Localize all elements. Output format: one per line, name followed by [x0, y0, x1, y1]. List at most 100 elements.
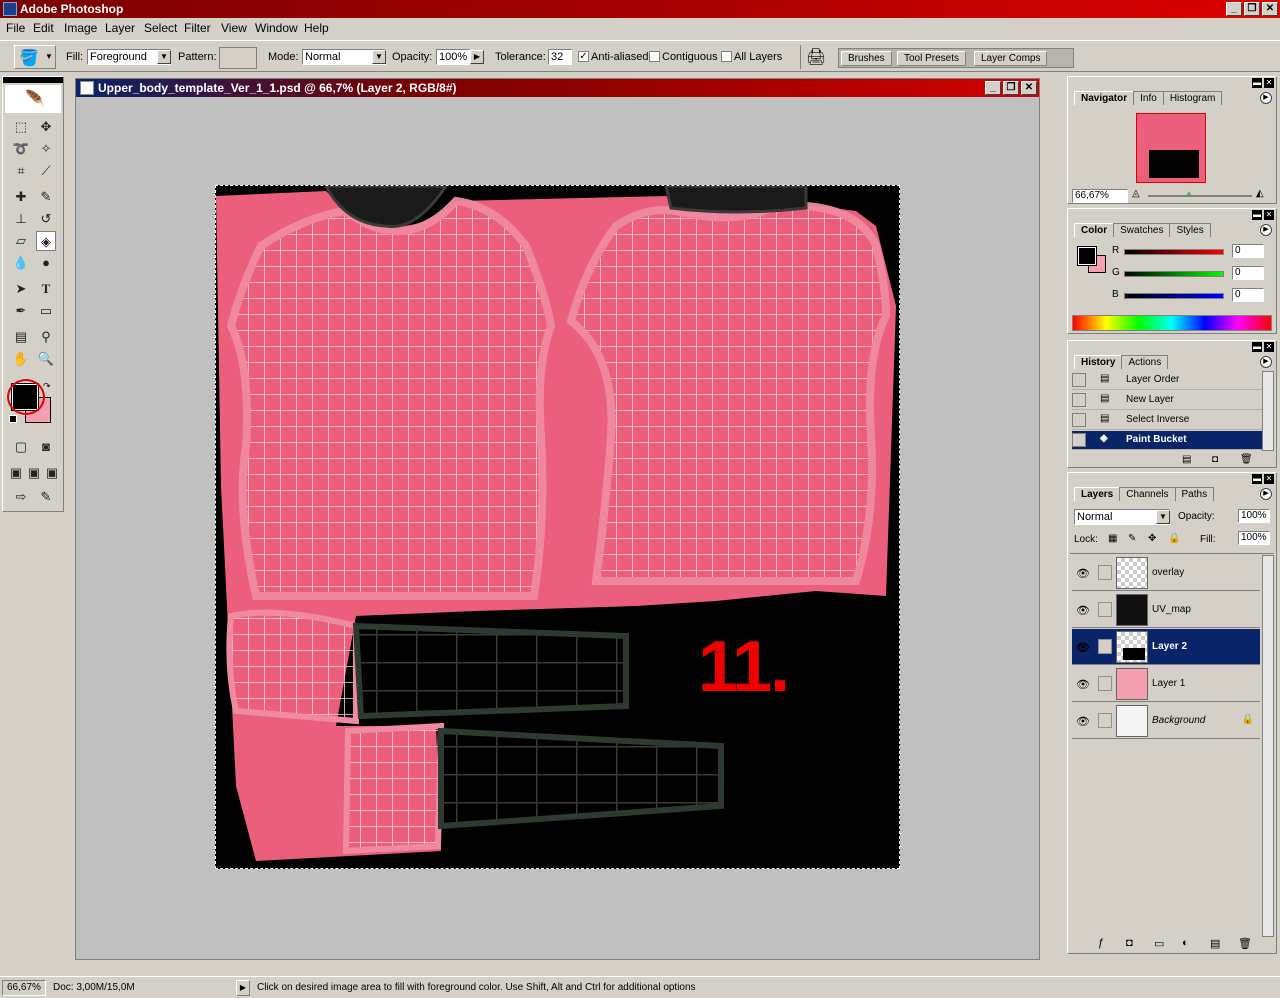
menu-filter[interactable]: Filter [184, 21, 211, 35]
layers-menu-icon[interactable]: ▶ [1260, 488, 1272, 500]
brush-link-icon[interactable] [1098, 639, 1112, 654]
tab-history[interactable]: History [1074, 355, 1123, 369]
navigator-thumbnail[interactable] [1136, 113, 1206, 183]
minimize-button[interactable]: _ [1226, 2, 1242, 16]
layer-opacity-input[interactable]: 100% [1238, 509, 1270, 523]
menu-layer[interactable]: Layer [105, 21, 135, 35]
tab-histogram[interactable]: Histogram [1162, 91, 1223, 105]
printer-icon[interactable]: 🖨 [806, 47, 826, 67]
layer-link-box[interactable] [1098, 565, 1112, 580]
slice-tool-icon[interactable]: ⟋ [36, 161, 56, 181]
tab-swatches[interactable]: Swatches [1113, 223, 1171, 237]
layer-link-box[interactable] [1098, 676, 1112, 691]
add-mask-icon[interactable]: ◘ [1126, 937, 1133, 949]
swap-colors-icon[interactable]: ↷ [43, 381, 51, 392]
type-tool-icon[interactable]: T [36, 279, 56, 299]
adobe-online-feather-icon[interactable]: 🪶 [5, 85, 61, 113]
layers-trash-icon[interactable]: 🗑 [1238, 937, 1252, 950]
doc-minimize-button[interactable]: _ [985, 81, 1001, 95]
tool-preset-picker[interactable]: 🪣 ▼ [14, 45, 56, 69]
menu-edit[interactable]: Edit [33, 21, 54, 35]
edit-in-imageready-icon[interactable]: ✎ [36, 487, 56, 507]
eye-icon[interactable]: 👁 [1076, 604, 1090, 617]
all-layers-checkbox[interactable] [721, 51, 732, 62]
history-trash-icon[interactable]: 🗑 [1240, 454, 1253, 465]
doc-close-button[interactable]: ✕ [1021, 81, 1037, 95]
path-selection-icon[interactable]: ➤ [11, 279, 31, 299]
screen-mode-full-icon[interactable]: ▣ [43, 463, 61, 483]
magic-wand-tool-icon[interactable]: ✧ [36, 139, 56, 159]
blend-mode-dropdown-arrow[interactable]: ▼ [1156, 510, 1170, 524]
well-tab-layer-comps[interactable]: Layer Comps [974, 51, 1048, 66]
history-close-icon[interactable]: ✕ [1264, 342, 1274, 352]
tab-layers[interactable]: Layers [1074, 487, 1121, 501]
eye-icon[interactable]: 👁 [1076, 715, 1090, 728]
history-scrollbar[interactable] [1262, 371, 1274, 451]
zoom-out-icon[interactable]: ◬ [1132, 188, 1140, 199]
screen-mode-full-menu-icon[interactable]: ▣ [25, 463, 43, 483]
color-close-icon[interactable]: ✕ [1264, 210, 1274, 220]
tolerance-input[interactable]: 32 [548, 49, 572, 65]
tab-channels[interactable]: Channels [1119, 487, 1176, 501]
lock-position-icon[interactable]: ✥ [1148, 533, 1156, 544]
zoom-in-icon[interactable]: ◭ [1256, 188, 1264, 199]
new-layer-icon[interactable]: ▤ [1210, 937, 1220, 950]
well-tab-tool-presets[interactable]: Tool Presets [897, 51, 967, 66]
color-menu-icon[interactable]: ▶ [1260, 224, 1272, 236]
layer-row[interactable]: 👁 Background 🔒 [1072, 703, 1260, 739]
add-layer-style-icon[interactable]: ƒ [1098, 937, 1104, 949]
color-minimize-icon[interactable]: ▬ [1252, 210, 1262, 220]
layer-fill-input[interactable]: 100% [1238, 531, 1270, 545]
color-b-input[interactable]: 0 [1232, 288, 1264, 302]
marquee-tool-icon[interactable]: ⬚ [11, 117, 31, 137]
move-tool-icon[interactable]: ✥ [36, 117, 56, 137]
eye-icon[interactable]: 👁 [1076, 641, 1090, 654]
eyedropper-tool-icon[interactable]: ⚲ [36, 327, 56, 347]
document-titlebar[interactable]: Upper_body_template_Ver_1_1.psd @ 66,7% … [76, 79, 1039, 97]
hand-tool-icon[interactable]: ✋ [11, 349, 31, 369]
status-menu-arrow-icon[interactable]: ▶ [236, 980, 250, 996]
lock-all-icon[interactable]: 🔒 [1168, 533, 1180, 544]
menu-file[interactable]: File [6, 21, 25, 35]
lock-transparency-icon[interactable]: ▦ [1108, 533, 1117, 544]
tab-navigator[interactable]: Navigator [1074, 91, 1135, 105]
layer-row[interactable]: 👁 UV_map [1072, 592, 1260, 628]
new-snapshot-icon[interactable]: ◘ [1212, 454, 1218, 465]
healing-brush-icon[interactable]: ✚ [11, 187, 31, 207]
default-colors-icon[interactable] [9, 415, 17, 423]
color-b-slider[interactable] [1124, 293, 1224, 299]
blur-tool-icon[interactable]: 💧 [11, 253, 31, 273]
layer-row[interactable]: 👁 overlay [1072, 555, 1260, 591]
standard-mode-icon[interactable]: ▢ [11, 437, 31, 457]
navigator-menu-icon[interactable]: ▶ [1260, 92, 1272, 104]
eye-icon[interactable]: 👁 [1076, 678, 1090, 691]
opacity-input[interactable]: 100% [436, 49, 470, 65]
antialiased-checkbox[interactable]: ✓ [578, 51, 589, 62]
close-button[interactable]: ✕ [1262, 2, 1278, 16]
layer-row[interactable]: 👁 Layer 1 [1072, 666, 1260, 702]
status-zoom-field[interactable]: 66,67% [2, 980, 46, 996]
zoom-tool-icon[interactable]: 🔍 [36, 349, 56, 369]
brush-tool-icon[interactable]: ✎ [36, 187, 56, 207]
quick-mask-icon[interactable]: ◙ [36, 437, 56, 457]
color-r-slider[interactable] [1124, 249, 1224, 255]
opacity-slider-arrow[interactable]: ▶ [470, 50, 484, 64]
layers-minimize-icon[interactable]: ▬ [1252, 474, 1262, 484]
layers-scrollbar[interactable] [1262, 555, 1274, 937]
layer-link-box[interactable] [1098, 602, 1112, 617]
history-item[interactable]: ▤ Select Inverse [1072, 411, 1262, 430]
screen-mode-standard-icon[interactable]: ▣ [7, 463, 25, 483]
rectangle-tool-icon[interactable]: ▭ [36, 301, 56, 321]
color-g-input[interactable]: 0 [1232, 266, 1264, 280]
tab-styles[interactable]: Styles [1169, 223, 1211, 237]
well-tab-brushes[interactable]: Brushes [841, 51, 892, 66]
pattern-picker[interactable] [219, 47, 257, 69]
menu-select[interactable]: Select [144, 21, 177, 35]
history-menu-icon[interactable]: ▶ [1260, 356, 1272, 368]
layer-link-box[interactable] [1098, 713, 1112, 728]
new-adjustment-layer-icon[interactable]: ◐ [1182, 937, 1189, 949]
color-r-input[interactable]: 0 [1232, 244, 1264, 258]
new-group-icon[interactable]: ▭ [1154, 937, 1164, 950]
tab-actions[interactable]: Actions [1121, 355, 1169, 369]
history-item-selected[interactable]: ◈ Paint Bucket [1072, 431, 1262, 450]
